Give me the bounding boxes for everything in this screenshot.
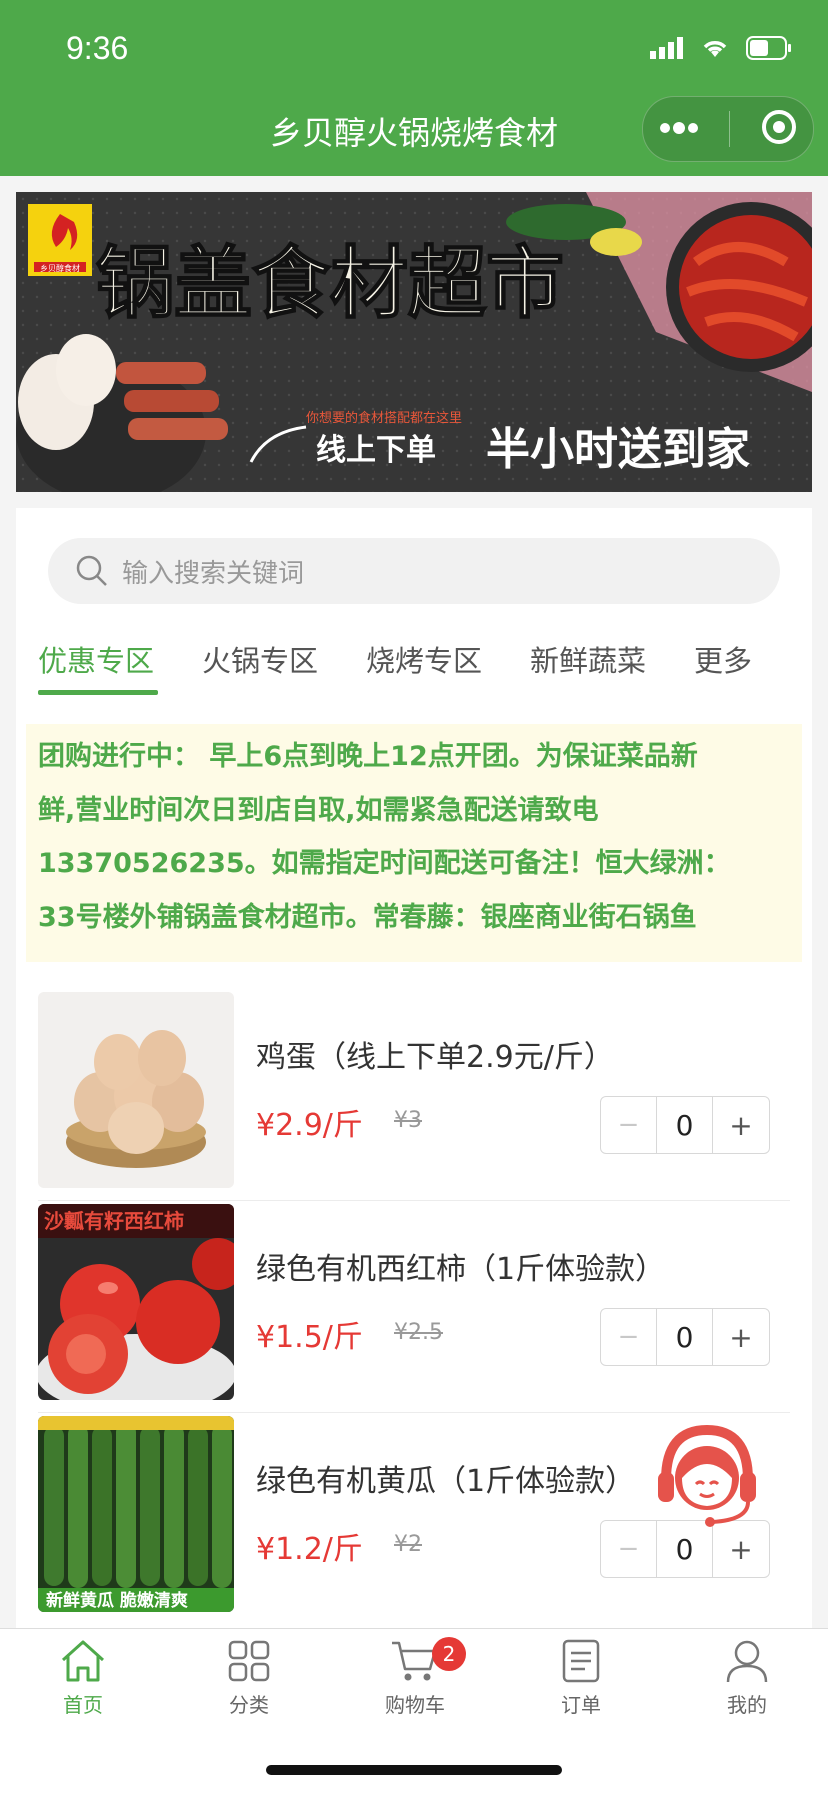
- banner-tagline-small: 你想要的食材搭配都在这里: [306, 410, 462, 426]
- order-list-icon: [562, 1639, 600, 1683]
- mini-program-capsule: [642, 96, 814, 162]
- product-original-price: ¥2.5: [394, 1320, 443, 1345]
- notice-line: 团购进行中： 早上6点到晚上12点开团。为保证菜品新: [38, 741, 698, 772]
- status-time: 9:36: [66, 30, 129, 66]
- home-icon: [61, 1640, 105, 1682]
- tab-cart[interactable]: 2 购物车: [332, 1629, 498, 1729]
- product-price: ¥1.5/斤: [256, 1320, 363, 1355]
- product-price: ¥1.2/斤: [256, 1532, 363, 1567]
- quantity-stepper: − 0 +: [600, 1096, 770, 1154]
- headset-agent-icon: [658, 1424, 756, 1527]
- product-image-caption: 新鲜黄瓜 脆嫩清爽: [46, 1590, 188, 1611]
- product-name[interactable]: 鸡蛋（线上下单2.9元/斤）: [256, 1032, 614, 1076]
- quantity-input[interactable]: 0: [657, 1309, 713, 1365]
- product-image-tomato[interactable]: 沙瓤有籽西红柿: [38, 1204, 234, 1400]
- decrease-button[interactable]: −: [601, 1521, 657, 1577]
- product-name[interactable]: 绿色有机黄瓜（1斤体验款）: [256, 1456, 635, 1500]
- increase-button[interactable]: +: [713, 1097, 769, 1153]
- tab-label: 购物车: [385, 1693, 445, 1717]
- increase-button[interactable]: +: [713, 1309, 769, 1365]
- tab-label: 首页: [63, 1693, 103, 1717]
- banner-headline: 锅盖食材超市: [96, 239, 564, 329]
- decrease-button[interactable]: −: [601, 1309, 657, 1365]
- notice-line: 33号楼外铺锅盖食材超市。常春藤：银座商业街石锅鱼: [38, 901, 697, 933]
- product-image-cucumber[interactable]: 新鲜黄瓜 脆嫩清爽: [38, 1416, 234, 1612]
- tab-category[interactable]: 分类: [166, 1629, 332, 1729]
- banner-tagline-right: 半小时送到家: [486, 424, 750, 475]
- tab-hotpot[interactable]: 火锅专区: [202, 638, 318, 680]
- tab-label: 我的: [727, 1693, 767, 1717]
- quantity-stepper: − 0 +: [600, 1308, 770, 1366]
- banner-logo-text: 乡贝醇食材: [40, 263, 80, 273]
- close-target-icon[interactable]: [760, 108, 798, 150]
- top-navigation-bar: 9:36 乡贝醇火锅烧烤食材: [0, 0, 828, 176]
- wifi-icon: [703, 41, 727, 57]
- search-bar[interactable]: 输入搜索关键词: [48, 538, 780, 604]
- notice-line: 鲜,营业时间次日到店自取,如需紧急配送请致电: [38, 794, 599, 826]
- tab-orders[interactable]: 订单: [498, 1629, 664, 1729]
- capsule-divider: [729, 111, 731, 147]
- category-tabs: 优惠专区 火锅专区 烧烤专区 新鲜蔬菜 更多: [16, 638, 812, 698]
- cart-badge: 2: [432, 1637, 466, 1671]
- category-grid-icon: [228, 1640, 270, 1682]
- banner-graphic: 乡贝醇食材 锅盖食材超市 你想要的食材搭配都在这里 线上下单 半小时送到家: [16, 192, 812, 492]
- active-tab-indicator: [38, 690, 158, 695]
- tab-label: 分类: [229, 1693, 269, 1717]
- tab-home[interactable]: 首页: [0, 1629, 166, 1729]
- product-name[interactable]: 绿色有机西红柿（1斤体验款）: [256, 1244, 665, 1288]
- banner-tagline-left: 线上下单: [316, 433, 436, 468]
- product-image-caption: 沙瓤有籽西红柿: [44, 1209, 184, 1233]
- quantity-input[interactable]: 0: [657, 1097, 713, 1153]
- more-dots-icon[interactable]: [658, 120, 700, 139]
- tab-label: 订单: [561, 1693, 601, 1717]
- status-icons: [650, 36, 792, 60]
- promo-banner[interactable]: 乡贝醇食材 锅盖食材超市 你想要的食材搭配都在这里 线上下单 半小时送到家: [16, 192, 812, 492]
- product-image-eggs[interactable]: [38, 992, 234, 1188]
- search-icon: [76, 555, 107, 586]
- decrease-button[interactable]: −: [601, 1097, 657, 1153]
- product-original-price: ¥2: [394, 1532, 422, 1557]
- search-input[interactable]: 输入搜索关键词: [122, 553, 304, 590]
- signal-icon: [650, 37, 683, 59]
- tab-more[interactable]: 更多: [694, 638, 752, 680]
- product-item[interactable]: 沙瓤有籽西红柿 绿色有机西红柿（1斤体验款） ¥1.5/斤 ¥2.5 − 0 +: [38, 1204, 790, 1413]
- product-price: ¥2.9/斤: [256, 1108, 363, 1143]
- battery-icon: [746, 36, 791, 60]
- product-item[interactable]: 鸡蛋（线上下单2.9元/斤） ¥2.9/斤 ¥3 − 0 +: [38, 992, 790, 1201]
- tab-vegetables[interactable]: 新鲜蔬菜: [530, 638, 646, 680]
- user-icon: [726, 1640, 768, 1683]
- cart-icon: [392, 1641, 437, 1681]
- tab-bbq[interactable]: 烧烤专区: [366, 638, 482, 680]
- notice-line: 13370526235。如需指定时间配送可备注！恒大绿洲：: [38, 848, 731, 879]
- tab-discount[interactable]: 优惠专区: [38, 638, 154, 680]
- home-indicator: [266, 1765, 562, 1775]
- product-original-price: ¥3: [394, 1108, 422, 1133]
- customer-service-button[interactable]: [652, 1420, 762, 1530]
- tab-profile[interactable]: 我的: [664, 1629, 828, 1729]
- group-buy-notice: 团购进行中： 早上6点到晚上12点开团。为保证菜品新 鲜,营业时间次日到店自取,…: [26, 724, 802, 962]
